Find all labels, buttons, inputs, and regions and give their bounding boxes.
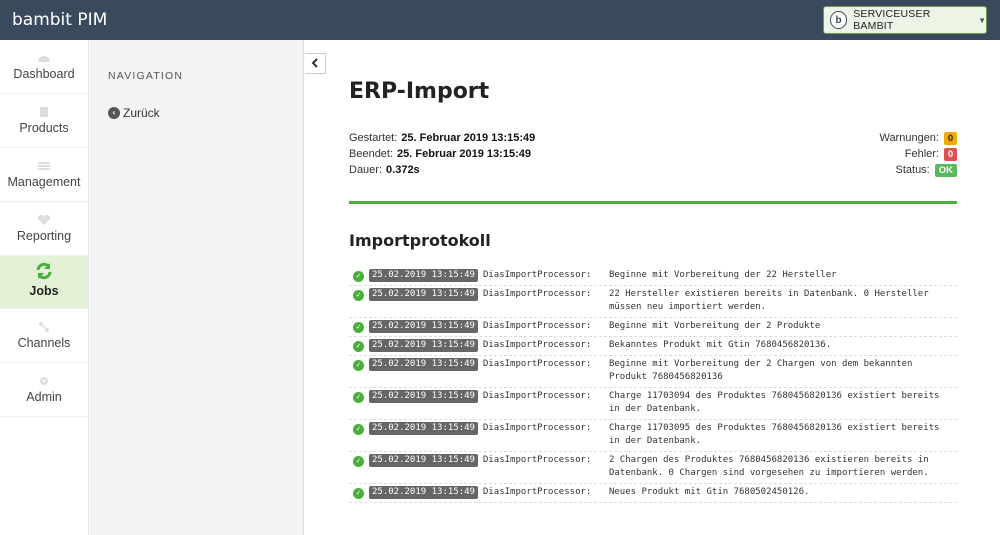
sidebar-item-admin[interactable]: Admin	[0, 363, 88, 417]
log-message: 22 Hersteller existieren bereits in Date…	[608, 289, 929, 312]
sidebar-item-label: Management	[7, 175, 81, 189]
log-message: Bekanntes Produkt mit Gtin 7680456820136…	[608, 340, 832, 350]
import-log: ✓ 25.02.2019 13:15:49 DiasImportProcesso…	[349, 267, 957, 503]
refresh-icon	[34, 261, 54, 281]
chevron-left-circle-icon: ‹	[108, 107, 120, 119]
sidebar-item-label: Reporting	[16, 229, 72, 243]
ended-label: Beendet:	[349, 148, 394, 160]
sidebar-item-products[interactable]: Products	[0, 94, 88, 148]
log-timestamp: 25.02.2019 13:15:49	[369, 269, 478, 282]
sidebar-item-label: Jobs	[29, 284, 59, 298]
back-link-label: Zurück	[123, 106, 160, 120]
sidebar-item-label: Admin	[26, 390, 62, 404]
sidebar-item-channels[interactable]: Channels	[0, 309, 88, 363]
warnings-badge: 0	[944, 131, 957, 145]
log-message: Charge 11703094 des Produktes 7680456820…	[608, 391, 940, 414]
check-circle-icon: ✓	[353, 392, 364, 403]
check-circle-icon: ✓	[353, 271, 364, 282]
ended-value: 25. Februar 2019 13:15:49	[397, 148, 531, 160]
status-badge: OK	[934, 163, 957, 177]
log-message: Neues Produkt mit Gtin 7680502450126.	[608, 487, 810, 497]
log-source: DiasImportProcessor:	[482, 423, 592, 433]
log-entry: ✓ 25.02.2019 13:15:49 DiasImportProcesso…	[349, 388, 957, 420]
log-title: Importprotokoll	[349, 231, 491, 250]
check-circle-icon: ✓	[353, 360, 364, 371]
log-entry: ✓ 25.02.2019 13:15:49 DiasImportProcesso…	[349, 356, 957, 388]
check-circle-icon: ✓	[353, 341, 364, 352]
status-label: Status:	[895, 164, 930, 176]
heartbeat-icon	[37, 214, 51, 225]
sidebar-item-label: Products	[19, 121, 69, 135]
log-source: DiasImportProcessor:	[482, 359, 592, 369]
log-source: DiasImportProcessor:	[482, 270, 592, 280]
log-entry: ✓ 25.02.2019 13:15:49 DiasImportProcesso…	[349, 452, 957, 484]
log-timestamp: 25.02.2019 13:15:49	[369, 422, 478, 435]
secondary-nav: NAVIGATION ‹ Zurück	[90, 40, 304, 535]
warnings-label: Warnungen:	[879, 132, 939, 144]
log-timestamp: 25.02.2019 13:15:49	[369, 486, 478, 499]
log-timestamp: 25.02.2019 13:15:49	[369, 454, 478, 467]
errors-badge: 0	[944, 147, 957, 161]
log-source: DiasImportProcessor:	[482, 340, 592, 350]
log-timestamp: 25.02.2019 13:15:49	[369, 320, 478, 333]
log-entry: ✓ 25.02.2019 13:15:49 DiasImportProcesso…	[349, 267, 957, 286]
sidebar-item-dashboard[interactable]: Dashboard	[0, 40, 88, 94]
dashboard-icon	[37, 53, 51, 63]
log-timestamp: 25.02.2019 13:15:49	[369, 358, 478, 371]
log-entry: ✓ 25.02.2019 13:15:49 DiasImportProcesso…	[349, 420, 957, 452]
gears-icon	[37, 376, 51, 386]
cube-icon	[37, 107, 51, 117]
check-circle-icon: ✓	[353, 424, 364, 435]
errors-label: Fehler:	[904, 148, 939, 160]
network-icon	[37, 322, 51, 332]
log-source: DiasImportProcessor:	[482, 391, 592, 401]
user-menu-button[interactable]: b SERVICEUSER BAMBIT ▼	[823, 6, 987, 34]
log-message: Beginne mit Vorbereitung der 22 Herstell…	[608, 270, 837, 280]
user-avatar-icon: b	[830, 11, 848, 29]
page-title: ERP-Import	[349, 79, 490, 104]
top-bar: bambit PIM b SERVICEUSER BAMBIT ▼	[0, 0, 1000, 40]
log-source: DiasImportProcessor:	[482, 455, 592, 465]
duration-value: 0.372s	[386, 164, 420, 176]
collapse-nav-button[interactable]	[305, 53, 326, 74]
job-meta: Gestartet: 25. Februar 2019 13:15:49 Been…	[349, 130, 535, 178]
sidebar-item-jobs[interactable]: Jobs	[0, 256, 88, 309]
sidebar-item-label: Channels	[17, 336, 71, 350]
app-title[interactable]: bambit PIM	[12, 10, 107, 30]
list-icon	[37, 161, 51, 171]
log-message: Beginne mit Vorbereitung der 2 Chargen v…	[608, 359, 913, 382]
check-circle-icon: ✓	[353, 456, 364, 467]
started-value: 25. Februar 2019 13:15:49	[401, 132, 536, 144]
log-timestamp: 25.02.2019 13:15:49	[369, 288, 478, 301]
sidebar-item-label: Dashboard	[13, 67, 75, 81]
check-circle-icon: ✓	[353, 290, 364, 301]
started-label: Gestartet:	[349, 132, 398, 144]
chevron-left-icon	[311, 57, 319, 71]
log-entry: ✓ 25.02.2019 13:15:49 DiasImportProcesso…	[349, 318, 957, 337]
status-divider	[349, 201, 957, 204]
log-entry: ✓ 25.02.2019 13:15:49 DiasImportProcesso…	[349, 484, 957, 503]
caret-down-icon: ▼	[978, 15, 986, 25]
duration-label: Dauer:	[349, 164, 383, 176]
user-name: SERVICEUSER BAMBIT	[853, 8, 931, 32]
main-sidebar: Dashboard Products Management Reporting …	[0, 40, 89, 535]
back-link[interactable]: ‹ Zurück	[108, 106, 160, 120]
log-timestamp: 25.02.2019 13:15:49	[369, 390, 478, 403]
sidebar-item-reporting[interactable]: Reporting	[0, 202, 88, 256]
log-message: Beginne mit Vorbereitung der 2 Produkte	[608, 321, 821, 331]
log-source: DiasImportProcessor:	[482, 321, 592, 331]
check-circle-icon: ✓	[353, 322, 364, 333]
log-source: DiasImportProcessor:	[482, 289, 592, 299]
sidebar-item-management[interactable]: Management	[0, 148, 88, 202]
log-message: Charge 11703095 des Produktes 7680456820…	[608, 423, 940, 446]
log-message: 2 Chargen des Produktes 7680456820136 ex…	[608, 455, 929, 478]
log-source: DiasImportProcessor:	[482, 487, 592, 497]
subnav-title: NAVIGATION	[108, 70, 184, 82]
log-entry: ✓ 25.02.2019 13:15:49 DiasImportProcesso…	[349, 286, 957, 318]
log-timestamp: 25.02.2019 13:15:49	[369, 339, 478, 352]
check-circle-icon: ✓	[353, 488, 364, 499]
job-status: Warnungen: 0 Fehler: 0 Status: OK	[879, 130, 957, 178]
log-entry: ✓ 25.02.2019 13:15:49 DiasImportProcesso…	[349, 337, 957, 356]
